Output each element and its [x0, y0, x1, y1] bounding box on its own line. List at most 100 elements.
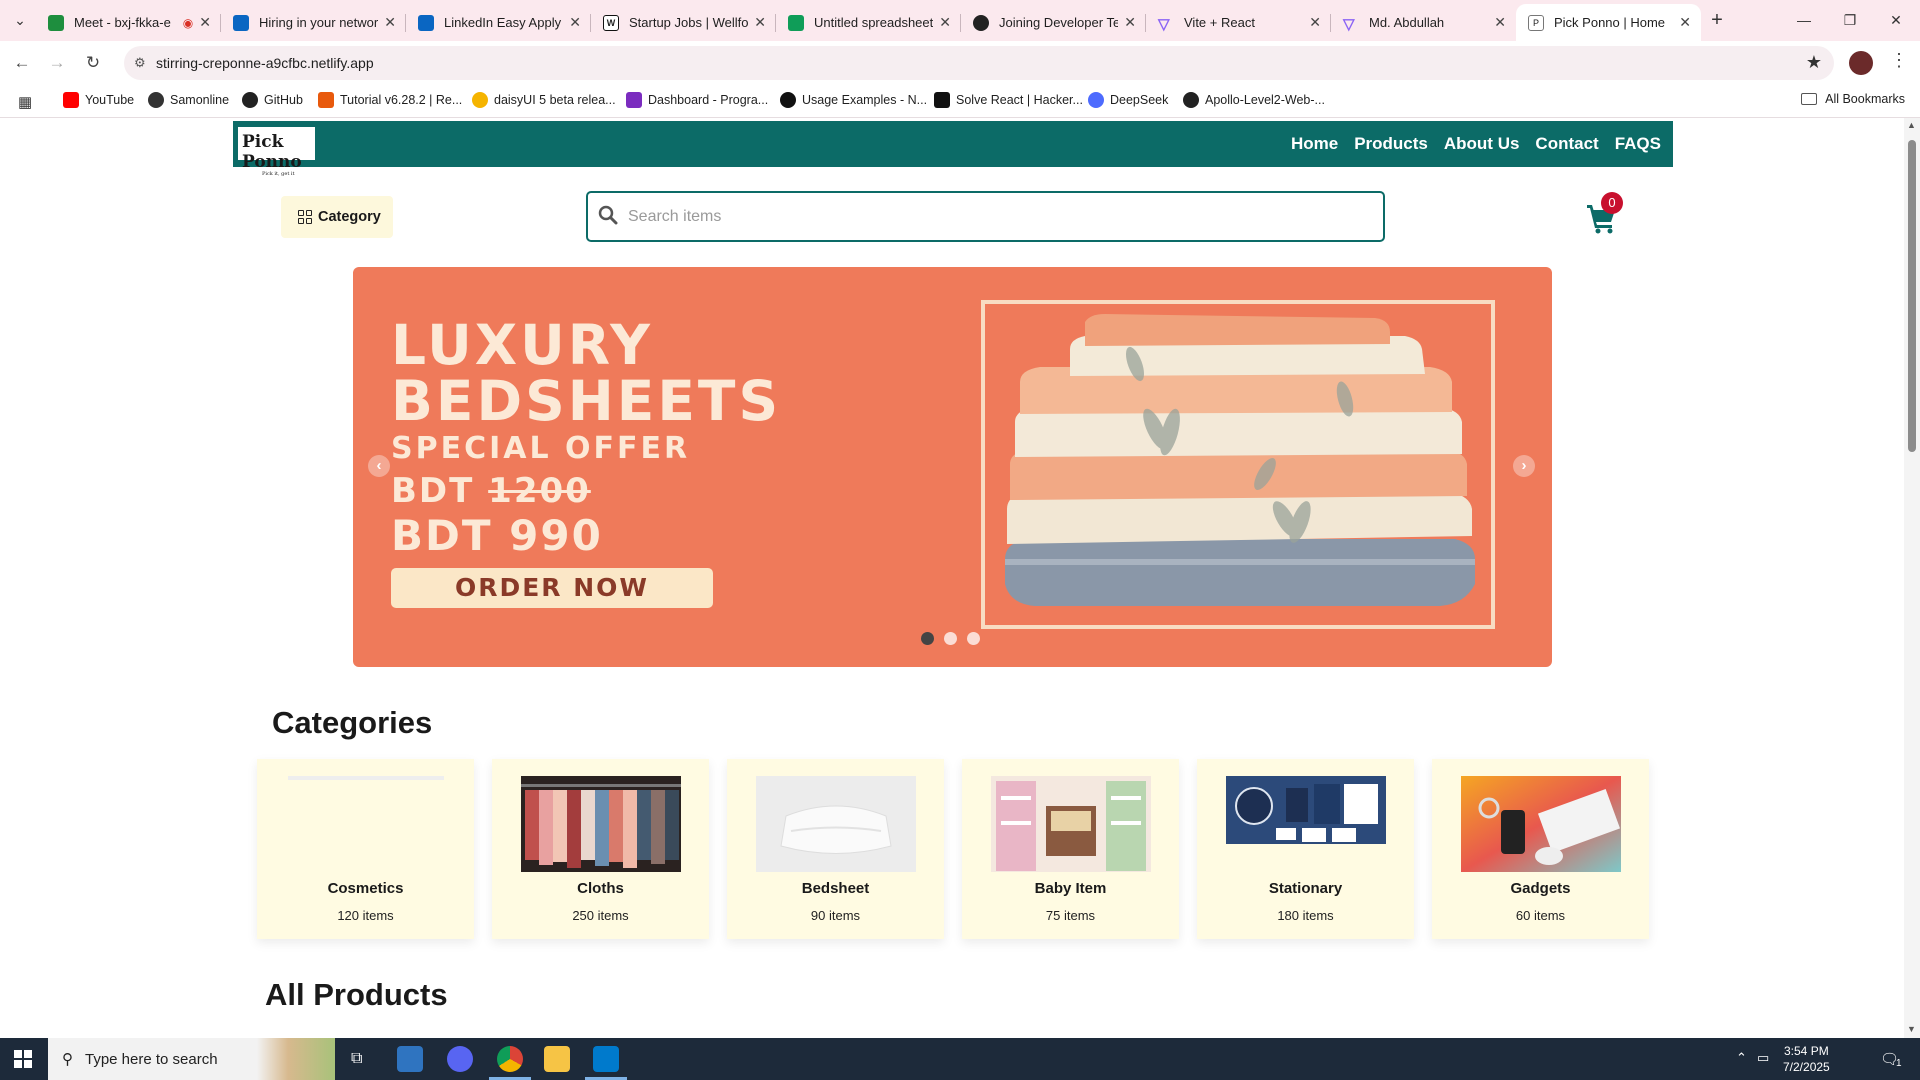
tab-md-abdullah[interactable]: ▽ Md. Abdullah ✕: [1331, 4, 1516, 41]
category-card-cosmetics[interactable]: Cosmetics 120 items: [257, 759, 474, 939]
tab-vite-react[interactable]: ▽ Vite + React ✕: [1146, 4, 1331, 41]
scrollbar-thumb[interactable]: [1908, 140, 1916, 452]
tab-joining-developer[interactable]: Joining Developer Te ✕: [961, 4, 1146, 41]
nav-about-us[interactable]: About Us: [1444, 134, 1520, 154]
vite-favicon-icon: ▽: [1343, 15, 1355, 33]
bookmark-star-icon[interactable]: ★: [1806, 52, 1822, 73]
url-text[interactable]: stirring-creponne-a9cfbc.netlify.app: [156, 55, 374, 71]
category-count: 75 items: [1045, 908, 1096, 923]
site-logo[interactable]: Pick Ponno Pick it, get it: [236, 125, 317, 177]
bookmark-deepseek[interactable]: DeepSeek: [1088, 92, 1168, 108]
close-tab-icon[interactable]: ✕: [1309, 14, 1321, 31]
close-tab-icon[interactable]: ✕: [1679, 14, 1691, 31]
chrome-menu-icon[interactable]: ⋮: [1890, 50, 1908, 71]
bookmark-github[interactable]: GitHub: [242, 92, 303, 108]
reload-icon[interactable]: ↻: [81, 51, 105, 75]
close-tab-icon[interactable]: ✕: [199, 14, 211, 31]
close-tab-icon[interactable]: ✕: [1494, 14, 1506, 31]
search-input[interactable]: [628, 203, 1328, 231]
discord-icon[interactable]: [447, 1046, 473, 1072]
slide-dot[interactable]: [967, 632, 980, 645]
scroll-up-icon[interactable]: ▲: [1907, 120, 1916, 130]
nav-faqs[interactable]: FAQS: [1615, 134, 1661, 154]
category-button[interactable]: Category: [281, 196, 393, 238]
clock-date: 7/2/2025: [1783, 1060, 1830, 1074]
clock-time: 3:54 PM: [1784, 1044, 1829, 1058]
bookmarks-bar: ▦ YouTube Samonline GitHub Tutorial v6.2…: [0, 84, 1920, 118]
close-tab-icon[interactable]: ✕: [754, 14, 766, 31]
bedsheet-image: [756, 776, 916, 872]
tab-search-icon[interactable]: ⌄: [8, 8, 32, 32]
site-info-icon[interactable]: ⚙: [134, 55, 150, 71]
tab-meet[interactable]: Meet - bxj-fkka-e ◉ ✕: [36, 4, 221, 41]
react-router-icon: [318, 92, 334, 108]
minimize-icon[interactable]: —: [1781, 8, 1827, 32]
category-card-gadgets[interactable]: Gadgets 60 items: [1432, 759, 1649, 939]
tab-wellfound[interactable]: W Startup Jobs | Wellfou ✕: [591, 4, 776, 41]
nav-links: Home Products About Us Contact FAQS: [1291, 134, 1661, 154]
bookmark-samonline[interactable]: Samonline: [148, 92, 229, 108]
baby-item-image: [991, 776, 1151, 872]
order-now-button[interactable]: ORDER NOW: [391, 568, 713, 608]
gadgets-image: [1461, 776, 1621, 872]
file-explorer-icon[interactable]: [544, 1046, 570, 1072]
forward-icon[interactable]: →: [45, 51, 69, 75]
slider-next-icon[interactable]: ›: [1513, 455, 1535, 477]
profile-avatar[interactable]: [1849, 51, 1873, 75]
apps-grid-icon[interactable]: ▦: [18, 93, 32, 111]
restore-icon[interactable]: ❐: [1827, 8, 1873, 32]
slide-dot[interactable]: [921, 632, 934, 645]
bookmark-apollo[interactable]: Apollo-Level2-Web-...: [1183, 92, 1325, 108]
category-card-baby-item[interactable]: Baby Item 75 items: [962, 759, 1179, 939]
meet-favicon-icon: [48, 14, 64, 31]
task-view-icon[interactable]: ⧉: [351, 1050, 362, 1068]
vscode-icon[interactable]: [593, 1046, 619, 1072]
github-icon: [1183, 92, 1199, 108]
close-window-icon[interactable]: ✕: [1873, 8, 1919, 32]
microsoft-store-icon[interactable]: [397, 1046, 423, 1072]
page-scrollbar[interactable]: ▲ ▼: [1904, 118, 1920, 1038]
linkedin-favicon-icon: [233, 14, 249, 31]
nav-products[interactable]: Products: [1354, 134, 1428, 154]
category-name: Gadgets: [1510, 880, 1571, 897]
address-bar[interactable]: ⚙ stirring-creponne-a9cfbc.netlify.app ★: [124, 46, 1834, 80]
nav-contact[interactable]: Contact: [1535, 134, 1598, 154]
back-icon[interactable]: ←: [10, 51, 34, 75]
scroll-down-icon[interactable]: ▼: [1907, 1024, 1916, 1034]
category-count: 60 items: [1515, 908, 1566, 923]
tab-linkedin-easy-apply[interactable]: LinkedIn Easy Apply jo ✕: [406, 4, 591, 41]
tab-spreadsheet[interactable]: Untitled spreadsheet ✕: [776, 4, 961, 41]
tab-linkedin-hiring[interactable]: Hiring in your networ ✕: [221, 4, 406, 41]
youtube-icon: [63, 92, 79, 108]
slider-prev-icon[interactable]: ‹: [368, 455, 390, 477]
bookmark-daisyui[interactable]: daisyUI 5 beta relea...: [472, 92, 616, 108]
all-bookmarks[interactable]: All Bookmarks: [1801, 92, 1905, 106]
close-tab-icon[interactable]: ✕: [384, 14, 396, 31]
close-tab-icon[interactable]: ✕: [1124, 14, 1136, 31]
new-tab-icon[interactable]: +: [1704, 8, 1730, 34]
bookmark-youtube[interactable]: YouTube: [63, 92, 134, 108]
category-card-cloths[interactable]: Cloths 250 items: [492, 759, 709, 939]
hackerrank-icon: [934, 92, 950, 108]
taskbar-search[interactable]: ⚲ Type here to search: [48, 1038, 335, 1080]
bookmark-usage-examples[interactable]: Usage Examples - N...: [780, 92, 927, 108]
tab-pick-ponno[interactable]: P Pick Ponno | Home ✕: [1516, 4, 1701, 41]
chrome-icon[interactable]: [497, 1046, 523, 1072]
nav-home[interactable]: Home: [1291, 134, 1338, 154]
bookmark-dashboard[interactable]: Dashboard - Progra...: [626, 92, 768, 108]
notification-count: 1: [1896, 1058, 1902, 1069]
tray-chevron-icon[interactable]: ⌃: [1736, 1050, 1747, 1066]
slide-dot[interactable]: [944, 632, 957, 645]
bookmark-hackerrank[interactable]: Solve React | Hacker...: [934, 92, 1083, 108]
network-icon[interactable]: ▭: [1757, 1050, 1769, 1066]
category-card-bedsheet[interactable]: Bedsheet 90 items: [727, 759, 944, 939]
windows-start-icon[interactable]: [14, 1050, 32, 1068]
close-tab-icon[interactable]: ✕: [939, 14, 951, 31]
category-card-stationary[interactable]: Stationary 180 items: [1197, 759, 1414, 939]
close-tab-icon[interactable]: ✕: [569, 14, 581, 31]
hero-banner[interactable]: LUXURY BEDSHEETS SPECIAL OFFER BDT 1200 …: [353, 267, 1552, 667]
system-clock[interactable]: 3:54 PM 7/2/2025: [1783, 1043, 1830, 1075]
windows-taskbar: ⚲ Type here to search ⧉ ⌃ ▭ 3:54 PM 7/2/…: [0, 1038, 1920, 1080]
bookmark-tutorial[interactable]: Tutorial v6.28.2 | Re...: [318, 92, 462, 108]
folder-icon: [1801, 93, 1818, 105]
